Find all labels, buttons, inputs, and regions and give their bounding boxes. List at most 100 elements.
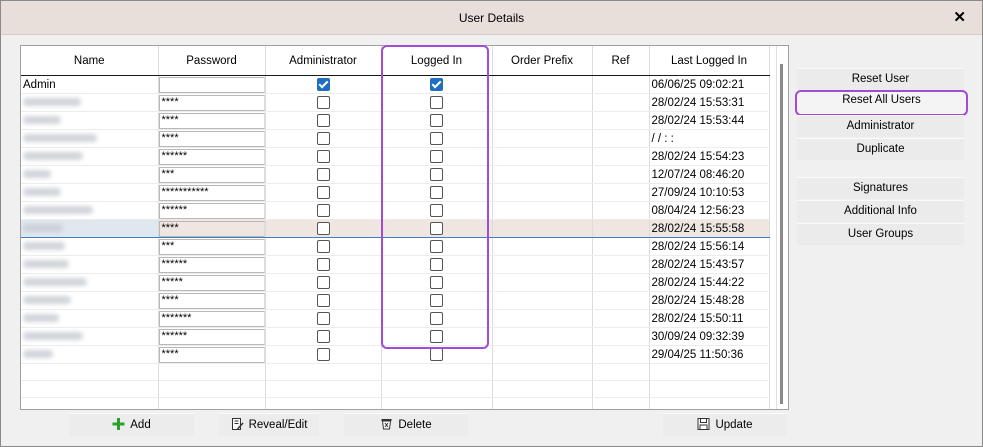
password-field[interactable]: **** [158, 95, 264, 111]
password-cell[interactable]: *** [158, 165, 266, 184]
logged-in-checkbox[interactable] [430, 276, 443, 289]
update-button[interactable]: Update [663, 413, 787, 436]
logged-in-checkbox[interactable] [430, 96, 443, 109]
order-prefix-cell[interactable] [492, 273, 593, 292]
logged-in-checkbox[interactable] [430, 114, 443, 127]
password-cell[interactable]: ******* [158, 309, 266, 328]
ref-cell[interactable] [592, 309, 650, 328]
table-row[interactable]: Admin 06/06/25 09:02:21 [21, 75, 770, 94]
password-field[interactable]: **** [158, 221, 264, 237]
password-cell[interactable]: **** [158, 93, 266, 112]
ref-cell[interactable] [592, 219, 650, 238]
ref-cell[interactable] [592, 273, 650, 292]
user-name-cell[interactable] [21, 309, 159, 328]
administrator-checkbox[interactable] [316, 222, 330, 235]
administrator-checkbox[interactable] [316, 114, 330, 127]
logged-in-checkbox[interactable] [430, 348, 443, 361]
order-prefix-cell[interactable] [492, 219, 593, 238]
password-field[interactable]: ****** [158, 203, 264, 219]
password-field[interactable]: **** [158, 113, 264, 129]
user-name-cell[interactable] [21, 147, 159, 166]
ref-cell[interactable] [592, 111, 650, 130]
password-field[interactable]: **** [158, 347, 264, 363]
logged-in-checkbox[interactable] [430, 258, 443, 271]
password-field[interactable]: ***** [158, 275, 264, 291]
table-row[interactable]: **** 28/02/24 15:53:31 [21, 93, 770, 112]
user-name-cell[interactable] [21, 291, 159, 310]
column-header-last-logged-in[interactable]: Last Logged In [649, 46, 770, 76]
ref-cell[interactable] [592, 237, 650, 256]
password-cell[interactable]: **** [158, 219, 266, 238]
password-field[interactable]: ******* [158, 311, 264, 327]
user-name-cell[interactable] [21, 237, 159, 256]
ref-cell[interactable] [592, 147, 650, 166]
user-name-cell[interactable] [21, 93, 159, 112]
password-cell[interactable]: ****** [158, 255, 266, 274]
logged-in-checkbox[interactable] [430, 330, 443, 343]
password-cell[interactable]: *********** [158, 183, 266, 202]
table-row[interactable]: **** 28/02/24 15:48:28 [21, 291, 770, 310]
password-field[interactable]: ****** [158, 329, 264, 345]
logged-in-checkbox[interactable] [430, 168, 443, 181]
order-prefix-cell[interactable] [492, 237, 593, 256]
password-field[interactable]: ****** [158, 257, 264, 273]
order-prefix-cell[interactable] [492, 255, 593, 274]
logged-in-checkbox[interactable] [430, 222, 443, 235]
add-button[interactable]: Add [69, 413, 194, 436]
administrator-checkbox[interactable] [316, 240, 330, 253]
order-prefix-cell[interactable] [492, 75, 593, 94]
column-header-password[interactable]: Password [158, 46, 266, 76]
order-prefix-cell[interactable] [492, 129, 593, 148]
ref-cell[interactable] [592, 75, 650, 94]
user-name-cell[interactable] [21, 201, 159, 220]
table-row[interactable]: **** 29/04/25 11:50:36 [21, 345, 770, 364]
password-cell[interactable]: ****** [158, 147, 266, 166]
table-row[interactable]: ***** 28/02/24 15:44:22 [21, 273, 770, 292]
column-header-order-prefix[interactable]: Order Prefix [492, 46, 593, 76]
ref-cell[interactable] [592, 93, 650, 112]
user-name-cell[interactable] [21, 129, 159, 148]
ref-cell[interactable] [592, 291, 650, 310]
table-row[interactable]: **** 28/02/24 15:53:44 [21, 111, 770, 130]
table-row[interactable]: **** 28/02/24 15:55:58 [21, 219, 770, 238]
user-name-cell[interactable] [21, 183, 159, 202]
reset-all-users-button[interactable]: Reset All Users [795, 90, 968, 116]
order-prefix-cell[interactable] [492, 165, 593, 184]
ref-cell[interactable] [592, 201, 650, 220]
user-name-cell[interactable] [21, 273, 159, 292]
password-cell[interactable]: **** [158, 129, 266, 148]
ref-cell[interactable] [592, 183, 650, 202]
order-prefix-cell[interactable] [492, 147, 593, 166]
order-prefix-cell[interactable] [492, 201, 593, 220]
administrator-checkbox[interactable] [316, 168, 330, 181]
logged-in-checkbox[interactable] [430, 78, 443, 91]
table-row[interactable]: ******* 28/02/24 15:50:11 [21, 309, 770, 328]
administrator-checkbox[interactable] [316, 186, 330, 199]
logged-in-checkbox[interactable] [430, 294, 443, 307]
table-row[interactable]: *********** 27/09/24 10:10:53 [21, 183, 770, 202]
close-icon[interactable]: ✕ [953, 8, 966, 26]
order-prefix-cell[interactable] [492, 309, 593, 328]
user-name-cell[interactable] [21, 219, 159, 238]
order-prefix-cell[interactable] [492, 291, 593, 310]
ref-cell[interactable] [592, 327, 650, 346]
order-prefix-cell[interactable] [492, 345, 593, 364]
ref-cell[interactable] [592, 255, 650, 274]
password-field[interactable]: **** [158, 293, 264, 309]
logged-in-checkbox[interactable] [430, 240, 443, 253]
administrator-checkbox[interactable] [316, 348, 330, 361]
logged-in-checkbox[interactable] [430, 186, 443, 199]
additional-info-button[interactable]: Additional Info [797, 200, 964, 222]
password-field[interactable]: *** [158, 239, 264, 255]
table-row[interactable]: ****** 08/04/24 12:56:23 [21, 201, 770, 220]
user-name-cell[interactable] [21, 111, 159, 130]
administrator-checkbox[interactable] [316, 96, 330, 109]
user-name-cell[interactable]: Admin [21, 75, 159, 94]
administrator-checkbox[interactable] [316, 294, 330, 307]
reveal-edit-button[interactable]: Reveal/Edit [219, 413, 319, 436]
duplicate-button[interactable]: Duplicate [797, 138, 964, 160]
table-row[interactable]: **** / / : : [21, 129, 770, 148]
password-field[interactable]: ****** [158, 149, 264, 165]
user-name-cell[interactable] [21, 165, 159, 184]
table-row[interactable]: ****** 30/09/24 09:32:39 [21, 327, 770, 346]
